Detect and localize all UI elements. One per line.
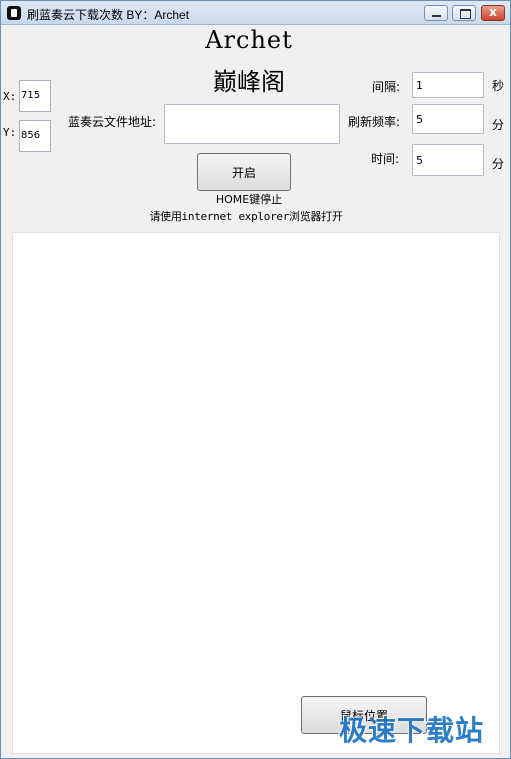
app-icon (7, 6, 21, 20)
client-area: Archet 巅峰阁 X: 715 Y: 856 蓝奏云文件地址: 间隔: 1 … (1, 26, 510, 758)
y-coordinate-field[interactable]: 856 (19, 120, 51, 152)
browser-panel[interactable] (12, 232, 500, 754)
brand-subtitle: 巅峰阁 (213, 68, 285, 96)
url-label: 蓝奏云文件地址: (68, 115, 157, 129)
home-stop-hint: HOME键停止 (215, 193, 283, 206)
close-icon: x (489, 5, 497, 19)
browser-hint: 请使用internet explorer浏览器打开 (149, 210, 343, 223)
time-label: 时间: (371, 152, 400, 166)
url-input[interactable] (164, 104, 340, 144)
app-window: 刷蓝奏云下载次数 BY：Archet x Archet 巅峰阁 X: 715 Y… (0, 0, 511, 759)
maximize-button[interactable] (452, 5, 476, 21)
time-input[interactable]: 5 (412, 144, 484, 176)
x-coordinate-field[interactable]: 715 (19, 80, 51, 112)
brand-name: Archet (205, 26, 293, 54)
close-button[interactable]: x (481, 5, 505, 21)
x-label: X: (3, 90, 17, 103)
refresh-unit: 分 (492, 118, 505, 132)
refresh-input[interactable]: 5 (412, 104, 484, 134)
time-unit: 分 (492, 157, 505, 171)
interval-unit: 秒 (492, 79, 505, 93)
window-title: 刷蓝奏云下载次数 BY：Archet (27, 8, 190, 22)
start-button[interactable]: 开启 (197, 153, 291, 191)
interval-input[interactable]: 1 (412, 72, 484, 98)
watermark-logo: 极速下载站 (339, 714, 485, 747)
title-bar[interactable]: 刷蓝奏云下载次数 BY：Archet x (1, 1, 510, 25)
minimize-button[interactable] (424, 5, 448, 21)
y-label: Y: (3, 126, 17, 139)
interval-label: 间隔: (372, 80, 401, 94)
refresh-label: 刷新频率: (348, 115, 401, 129)
